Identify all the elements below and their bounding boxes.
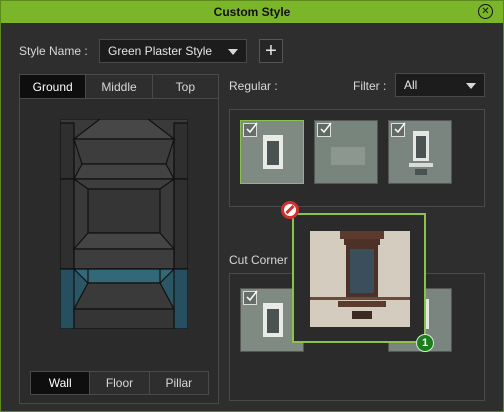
not-allowed-icon (281, 201, 299, 219)
regular-thumb-3[interactable] (388, 120, 452, 184)
regular-thumb-2[interactable] (314, 120, 378, 184)
style-name-dropdown[interactable]: Green Plaster Style (99, 39, 247, 63)
tab-ground[interactable]: Ground (20, 75, 87, 99)
filter-value: All (404, 78, 418, 92)
drag-preview-image (310, 231, 410, 327)
custom-style-window: Custom Style ✕ Style Name : Green Plaste… (0, 0, 504, 412)
chevron-down-icon (466, 83, 476, 89)
style-name-value: Green Plaster Style (108, 44, 213, 58)
filter-label: Filter : (353, 79, 387, 93)
part-tabs: Wall Floor Pillar (30, 371, 209, 395)
check-icon[interactable] (243, 290, 258, 305)
plus-icon: + (265, 40, 277, 62)
tab-floor[interactable]: Floor (89, 371, 150, 395)
tab-pillar[interactable]: Pillar (148, 371, 209, 395)
window-texture-image (310, 231, 410, 327)
regular-label: Regular : (229, 79, 278, 93)
filter-dropdown[interactable]: All (395, 73, 485, 97)
regular-section (229, 109, 485, 207)
add-style-button[interactable]: + (259, 39, 283, 63)
drag-count-badge: 1 (416, 334, 434, 352)
cut-corner-label: Cut Corner (229, 253, 288, 267)
tab-middle[interactable]: Middle (86, 75, 153, 99)
building-diagram[interactable] (60, 119, 188, 329)
tab-wall[interactable]: Wall (30, 371, 91, 395)
chevron-down-icon (228, 49, 238, 55)
regular-thumb-1[interactable] (240, 120, 304, 184)
style-name-label: Style Name : (19, 44, 88, 58)
check-icon[interactable] (317, 122, 332, 137)
drag-preview (292, 213, 426, 343)
building-preview-panel: Ground Middle Top Wall Floor Pillar (19, 74, 219, 404)
close-icon[interactable]: ✕ (478, 4, 493, 19)
tab-top[interactable]: Top (152, 75, 218, 99)
check-icon[interactable] (391, 122, 406, 137)
title-bar[interactable]: Custom Style ✕ (1, 1, 503, 23)
level-tabs: Ground Middle Top (20, 75, 218, 99)
window-title: Custom Style (213, 5, 291, 19)
check-icon[interactable] (243, 122, 258, 137)
